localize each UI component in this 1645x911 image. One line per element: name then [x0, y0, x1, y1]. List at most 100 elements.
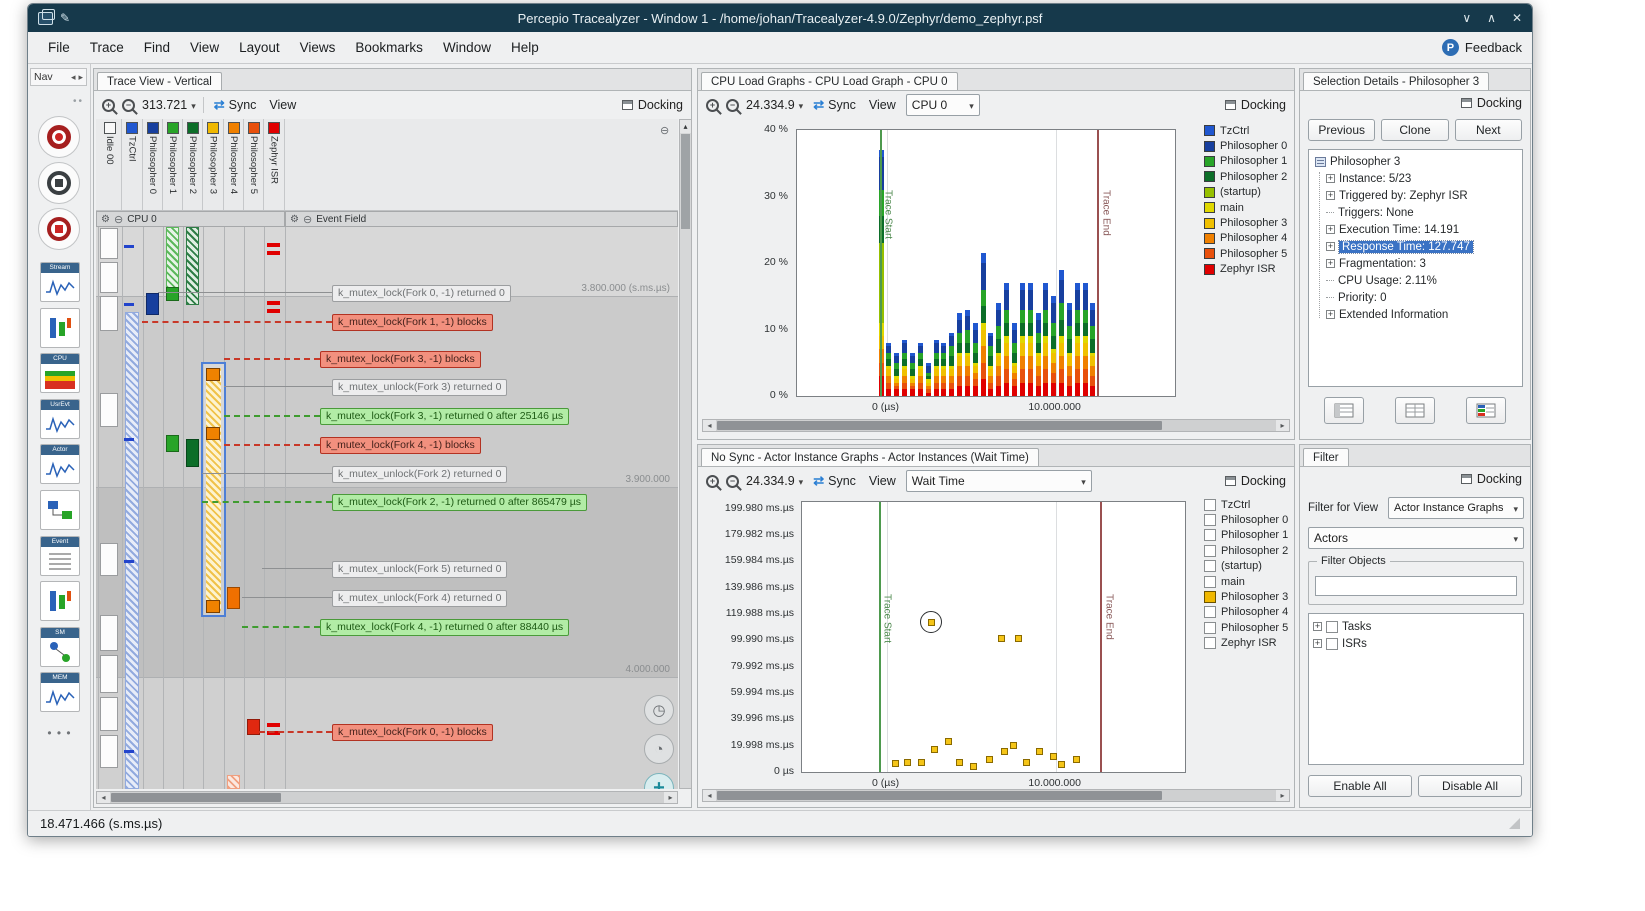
- cpu-bar-segment[interactable]: [964, 356, 970, 367]
- color-report-button[interactable]: [1466, 397, 1507, 424]
- cpu-bar-segment[interactable]: [1074, 356, 1080, 370]
- cpu-bar-segment[interactable]: [1004, 289, 1010, 310]
- pin-icon[interactable]: ✎: [60, 11, 70, 25]
- legend-checkbox-item[interactable]: (startup): [1204, 559, 1288, 574]
- cpu-bar-segment[interactable]: [980, 322, 986, 330]
- trace-view-menu-button[interactable]: View: [266, 96, 299, 114]
- cpu-bar-segment[interactable]: [909, 362, 915, 370]
- intervals-view-button[interactable]: [40, 581, 80, 622]
- memory-heap-view-button[interactable]: MEM: [40, 672, 80, 713]
- cpu-bar-segment[interactable]: [1082, 289, 1088, 310]
- cpu-bar-segment[interactable]: [1011, 322, 1017, 330]
- wait-time-point[interactable]: [970, 763, 978, 771]
- cpu-bar-segment[interactable]: [1035, 319, 1041, 333]
- actor-ready-segment[interactable]: [125, 312, 139, 789]
- cpu-bar-segment[interactable]: [996, 309, 1002, 327]
- cpu-bar-segment[interactable]: [957, 312, 963, 320]
- tree-item[interactable]: CPU Usage: 2.11%: [1326, 272, 1522, 289]
- cpu-bar-segment[interactable]: [957, 386, 963, 396]
- cpu-bar-segment[interactable]: [972, 342, 978, 353]
- cpu-bar-segment[interactable]: [980, 346, 986, 363]
- previous-button[interactable]: Previous: [1308, 119, 1376, 141]
- wait-time-point[interactable]: [997, 635, 1005, 643]
- cpu-bar-segment[interactable]: [988, 369, 994, 377]
- legend-item[interactable]: Zephyr ISR: [1204, 262, 1287, 277]
- record-stop-button[interactable]: [38, 208, 80, 250]
- cpu-bar-segment[interactable]: [925, 372, 931, 377]
- cpu-bar-segment[interactable]: [909, 382, 915, 387]
- cpu-bar-segment[interactable]: [996, 386, 1002, 396]
- cpu-bar-segment[interactable]: [1090, 356, 1096, 367]
- cpu-bar-segment[interactable]: [894, 369, 900, 377]
- actor-ready-segment[interactable]: [186, 227, 199, 305]
- cpu-bar-segment[interactable]: [1066, 339, 1072, 353]
- wait-time-point[interactable]: [1072, 756, 1080, 764]
- cpu-bar-segment[interactable]: [996, 366, 1002, 377]
- expand-icon[interactable]: [1326, 258, 1335, 269]
- cpu-bar-segment[interactable]: [1090, 302, 1096, 310]
- menu-help[interactable]: Help: [501, 35, 549, 60]
- wait-time-point[interactable]: [903, 759, 911, 767]
- cpu-bar-segment[interactable]: [957, 376, 963, 387]
- cpu-bar-segment[interactable]: [941, 376, 947, 383]
- cpu-bar-segment[interactable]: [925, 366, 931, 373]
- cpu-bar-segment[interactable]: [902, 339, 908, 343]
- cpu-bar-segment[interactable]: [1004, 342, 1010, 357]
- cpu-bar-segment[interactable]: [941, 366, 947, 370]
- clone-button[interactable]: Clone: [1381, 119, 1449, 141]
- cpu-bar-segment[interactable]: [1074, 309, 1080, 323]
- cpu-bar-segment[interactable]: [957, 342, 963, 353]
- cpu-bar-segment[interactable]: [941, 342, 947, 347]
- cpu-bar-segment[interactable]: [1019, 342, 1025, 357]
- cpu-bar-segment[interactable]: [1043, 336, 1049, 343]
- cpu-bar-segment[interactable]: [1090, 326, 1096, 340]
- cpu-bar-segment[interactable]: [972, 322, 978, 330]
- selection-details-tree[interactable]: Philosopher 3 Instance: 5/23 Triggered by:…: [1308, 149, 1523, 387]
- cpu-bar-segment[interactable]: [1059, 342, 1065, 357]
- cpu-bar-segment[interactable]: [1027, 289, 1033, 310]
- cpu-bar-segment[interactable]: [909, 356, 915, 363]
- cpu-bar-segment[interactable]: [996, 356, 1002, 367]
- legend-item[interactable]: Philosopher 3: [1204, 215, 1287, 230]
- legend-checkbox-item[interactable]: TzCtrl: [1204, 497, 1288, 512]
- cpu-bar-segment[interactable]: [1027, 342, 1033, 357]
- event-label[interactable]: k_mutex_unlock(Fork 4) returned 0: [332, 590, 508, 607]
- wait-time-point[interactable]: [891, 759, 899, 767]
- close-button[interactable]: [1512, 11, 1522, 25]
- cpu-bar-segment[interactable]: [1082, 356, 1088, 370]
- cpu-bar-segment[interactable]: [909, 386, 915, 390]
- cpu-bar-segment[interactable]: [1027, 369, 1033, 383]
- cpu-bar-segment[interactable]: [1051, 302, 1057, 323]
- cpu-bar-segment[interactable]: [1011, 362, 1017, 367]
- trace-vertical-scrollbar[interactable]: [679, 119, 692, 789]
- scroll-thumb[interactable]: [681, 134, 690, 229]
- cpu-bar-segment[interactable]: [917, 382, 923, 390]
- cpu-bar-segment[interactable]: [957, 366, 963, 377]
- fork-event-marker[interactable]: [206, 427, 220, 440]
- legend-item[interactable]: (startup): [1204, 185, 1287, 200]
- trace-canvas[interactable]: 3.800.000 (s.ms.µs) 3.900.000 4.000.000 k_m…: [96, 227, 678, 789]
- vertical-trace-view-button[interactable]: [40, 307, 80, 348]
- cpu-bar-segment[interactable]: [1082, 322, 1088, 337]
- cpu-bar-segment[interactable]: [1011, 386, 1017, 396]
- wait-time-point[interactable]: [956, 759, 964, 767]
- expand-icon[interactable]: [1326, 224, 1335, 235]
- cpu-bar-segment[interactable]: [949, 366, 955, 370]
- tree-item[interactable]: Execution Time: 14.191: [1326, 221, 1522, 238]
- cpu-bar-segment[interactable]: [1019, 322, 1025, 337]
- cpu-bar-segment[interactable]: [1004, 356, 1010, 370]
- cpu-bar-segment[interactable]: [1043, 342, 1049, 357]
- legend-checkbox-item[interactable]: main: [1204, 574, 1288, 589]
- cpu-bar-segment[interactable]: [909, 379, 915, 383]
- cpu-bar-segment[interactable]: [1082, 382, 1088, 396]
- cpu-bar-segment[interactable]: [1074, 342, 1080, 357]
- tree-root-item[interactable]: Philosopher 3: [1315, 153, 1522, 170]
- cpu-bar-segment[interactable]: [1066, 386, 1072, 396]
- event-label[interactable]: k_mutex_lock(Fork 1, -1) blocks: [332, 314, 493, 331]
- scroll-left-arrow[interactable]: [703, 420, 716, 431]
- tree-item[interactable]: Priority: 0: [1326, 289, 1522, 306]
- cpu-bar-segment[interactable]: [1019, 336, 1025, 343]
- cpu-bar-segment[interactable]: [988, 346, 994, 357]
- legend-checkbox[interactable]: [1204, 544, 1216, 557]
- cpu-bar-segment[interactable]: [1059, 279, 1065, 303]
